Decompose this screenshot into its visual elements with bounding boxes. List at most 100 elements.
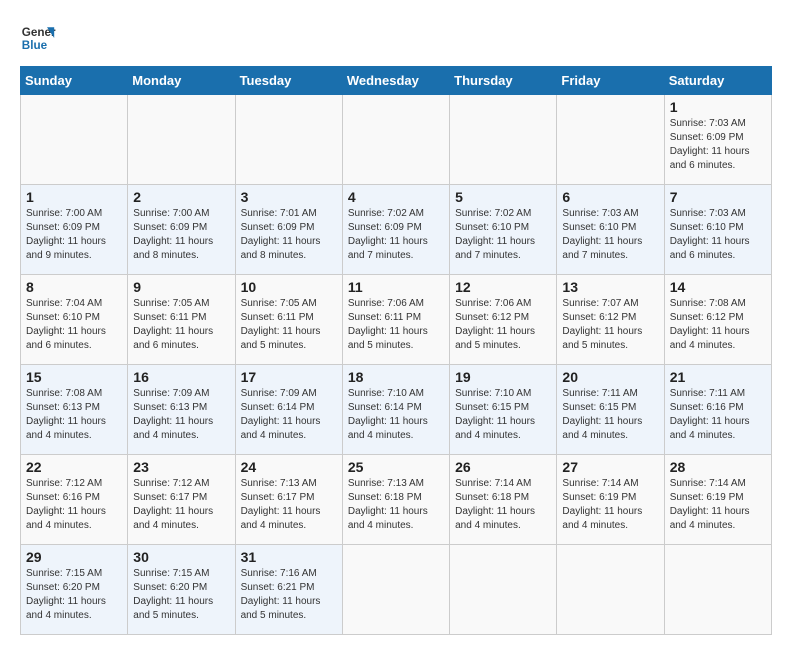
calendar-cell: 24Sunrise: 7:13 AMSunset: 6:17 PMDayligh… — [235, 455, 342, 545]
calendar-cell: 11 Sunrise: 7:06 AMSunset: 6:11 PMDayligh… — [342, 275, 449, 365]
calendar-cell: 23 Sunrise: 7:12 AMSunset: 6:17 PMDayligh… — [128, 455, 235, 545]
day-header-friday: Friday — [557, 67, 664, 95]
day-info: Sunrise: 7:03 AMSunset: 6:10 PMDaylight:… — [670, 207, 766, 263]
day-info: Sunrise: 7:01 AMSunset: 6:09 PMDaylight:… — [241, 207, 337, 263]
calendar-cell: 19Sunrise: 7:10 AMSunset: 6:15 PMDayligh… — [450, 365, 557, 455]
day-info: Sunrise: 7:03 AMSunset: 6:10 PMDaylight:… — [562, 207, 658, 263]
day-header-sunday: Sunday — [21, 67, 128, 95]
day-info: Sunrise: 7:15 AMSunset: 6:20 PMDaylight:… — [26, 567, 122, 623]
calendar-cell: 1 Sunrise: 7:03 AMSunset: 6:09 PMDaylight… — [664, 95, 771, 185]
day-info: Sunrise: 7:11 AMSunset: 6:15 PMDaylight:… — [562, 387, 658, 443]
calendar-row-2: 8Sunrise: 7:04 AMSunset: 6:10 PMDaylight… — [21, 275, 772, 365]
day-info: Sunrise: 7:02 AMSunset: 6:09 PMDaylight:… — [348, 207, 444, 263]
calendar-cell: 20 Sunrise: 7:11 AMSunset: 6:15 PMDayligh… — [557, 365, 664, 455]
calendar-cell: 8Sunrise: 7:04 AMSunset: 6:10 PMDaylight… — [21, 275, 128, 365]
day-number: 14 — [670, 279, 766, 295]
calendar-cell: 5 Sunrise: 7:02 AMSunset: 6:10 PMDaylight… — [450, 185, 557, 275]
day-info: Sunrise: 7:07 AMSunset: 6:12 PMDaylight:… — [562, 297, 658, 353]
day-number: 20 — [562, 369, 658, 385]
day-info: Sunrise: 7:11 AMSunset: 6:16 PMDaylight:… — [670, 387, 766, 443]
day-info: Sunrise: 7:15 AMSunset: 6:20 PMDaylight:… — [133, 567, 229, 623]
day-number: 6 — [562, 189, 658, 205]
calendar-cell — [664, 545, 771, 635]
day-header-tuesday: Tuesday — [235, 67, 342, 95]
day-info: Sunrise: 7:03 AMSunset: 6:09 PMDaylight:… — [670, 117, 766, 173]
day-info: Sunrise: 7:05 AMSunset: 6:11 PMDaylight:… — [241, 297, 337, 353]
calendar-cell: 31 Sunrise: 7:16 AMSunset: 6:21 PMDayligh… — [235, 545, 342, 635]
calendar-cell: 15 Sunrise: 7:08 AMSunset: 6:13 PMDayligh… — [21, 365, 128, 455]
day-info: Sunrise: 7:09 AMSunset: 6:14 PMDaylight:… — [241, 387, 337, 443]
page-header: General Blue — [20, 20, 772, 56]
logo: General Blue — [20, 20, 56, 56]
day-number: 11 — [348, 279, 444, 295]
day-info: Sunrise: 7:10 AMSunset: 6:15 PMDaylight:… — [455, 387, 551, 443]
calendar-cell — [557, 545, 664, 635]
day-number: 17 — [241, 369, 337, 385]
calendar-cell: 30 Sunrise: 7:15 AMSunset: 6:20 PMDayligh… — [128, 545, 235, 635]
day-number: 23 — [133, 459, 229, 475]
day-info: Sunrise: 7:09 AMSunset: 6:13 PMDaylight:… — [133, 387, 229, 443]
calendar-cell: 27 Sunrise: 7:14 AMSunset: 6:19 PMDayligh… — [557, 455, 664, 545]
day-number: 21 — [670, 369, 766, 385]
day-header-monday: Monday — [128, 67, 235, 95]
day-info: Sunrise: 7:14 AMSunset: 6:18 PMDaylight:… — [455, 477, 551, 533]
calendar-cell: 25Sunrise: 7:13 AMSunset: 6:18 PMDayligh… — [342, 455, 449, 545]
day-number: 18 — [348, 369, 444, 385]
day-number: 5 — [455, 189, 551, 205]
day-info: Sunrise: 7:06 AMSunset: 6:12 PMDaylight:… — [455, 297, 551, 353]
calendar-cell: 13Sunrise: 7:07 AMSunset: 6:12 PMDayligh… — [557, 275, 664, 365]
calendar-row-5: 29Sunrise: 7:15 AMSunset: 6:20 PMDayligh… — [21, 545, 772, 635]
day-info: Sunrise: 7:08 AMSunset: 6:12 PMDaylight:… — [670, 297, 766, 353]
calendar-cell — [342, 545, 449, 635]
day-header-thursday: Thursday — [450, 67, 557, 95]
day-number: 8 — [26, 279, 122, 295]
day-number: 27 — [562, 459, 658, 475]
day-info: Sunrise: 7:14 AMSunset: 6:19 PMDaylight:… — [670, 477, 766, 533]
calendar-cell: 1 Sunrise: 7:00 AMSunset: 6:09 PMDaylight… — [21, 185, 128, 275]
day-number: 30 — [133, 549, 229, 565]
day-number: 4 — [348, 189, 444, 205]
calendar-cell: 22Sunrise: 7:12 AMSunset: 6:16 PMDayligh… — [21, 455, 128, 545]
calendar-cell — [450, 545, 557, 635]
calendar-row-0: 1 Sunrise: 7:03 AMSunset: 6:09 PMDaylight… — [21, 95, 772, 185]
calendar-cell: 21 Sunrise: 7:11 AMSunset: 6:16 PMDayligh… — [664, 365, 771, 455]
calendar-cell: 12 Sunrise: 7:06 AMSunset: 6:12 PMDayligh… — [450, 275, 557, 365]
day-number: 28 — [670, 459, 766, 475]
day-info: Sunrise: 7:02 AMSunset: 6:10 PMDaylight:… — [455, 207, 551, 263]
calendar-cell: 9 Sunrise: 7:05 AMSunset: 6:11 PMDaylight… — [128, 275, 235, 365]
calendar-cell — [450, 95, 557, 185]
day-info: Sunrise: 7:12 AMSunset: 6:16 PMDaylight:… — [26, 477, 122, 533]
calendar-cell — [128, 95, 235, 185]
calendar-cell: 28 Sunrise: 7:14 AMSunset: 6:19 PMDayligh… — [664, 455, 771, 545]
day-header-wednesday: Wednesday — [342, 67, 449, 95]
calendar-row-3: 15 Sunrise: 7:08 AMSunset: 6:13 PMDayligh… — [21, 365, 772, 455]
calendar-table: SundayMondayTuesdayWednesdayThursdayFrid… — [20, 66, 772, 635]
day-number: 9 — [133, 279, 229, 295]
calendar-cell: 26 Sunrise: 7:14 AMSunset: 6:18 PMDayligh… — [450, 455, 557, 545]
calendar-cell: 14 Sunrise: 7:08 AMSunset: 6:12 PMDayligh… — [664, 275, 771, 365]
calendar-row-1: 1 Sunrise: 7:00 AMSunset: 6:09 PMDaylight… — [21, 185, 772, 275]
calendar-cell: 6 Sunrise: 7:03 AMSunset: 6:10 PMDaylight… — [557, 185, 664, 275]
day-info: Sunrise: 7:00 AMSunset: 6:09 PMDaylight:… — [26, 207, 122, 263]
day-info: Sunrise: 7:00 AMSunset: 6:09 PMDaylight:… — [133, 207, 229, 263]
day-number: 31 — [241, 549, 337, 565]
day-info: Sunrise: 7:12 AMSunset: 6:17 PMDaylight:… — [133, 477, 229, 533]
day-number: 16 — [133, 369, 229, 385]
logo-icon: General Blue — [20, 20, 56, 56]
calendar-cell: 10Sunrise: 7:05 AMSunset: 6:11 PMDayligh… — [235, 275, 342, 365]
calendar-cell: 7Sunrise: 7:03 AMSunset: 6:10 PMDaylight… — [664, 185, 771, 275]
day-info: Sunrise: 7:13 AMSunset: 6:18 PMDaylight:… — [348, 477, 444, 533]
day-info: Sunrise: 7:16 AMSunset: 6:21 PMDaylight:… — [241, 567, 337, 623]
day-info: Sunrise: 7:05 AMSunset: 6:11 PMDaylight:… — [133, 297, 229, 353]
day-number: 12 — [455, 279, 551, 295]
day-number: 26 — [455, 459, 551, 475]
day-number: 15 — [26, 369, 122, 385]
day-info: Sunrise: 7:14 AMSunset: 6:19 PMDaylight:… — [562, 477, 658, 533]
day-number: 1 — [670, 99, 766, 115]
day-number: 1 — [26, 189, 122, 205]
day-info: Sunrise: 7:13 AMSunset: 6:17 PMDaylight:… — [241, 477, 337, 533]
day-info: Sunrise: 7:06 AMSunset: 6:11 PMDaylight:… — [348, 297, 444, 353]
day-info: Sunrise: 7:08 AMSunset: 6:13 PMDaylight:… — [26, 387, 122, 443]
header-row: SundayMondayTuesdayWednesdayThursdayFrid… — [21, 67, 772, 95]
svg-text:Blue: Blue — [22, 39, 48, 52]
